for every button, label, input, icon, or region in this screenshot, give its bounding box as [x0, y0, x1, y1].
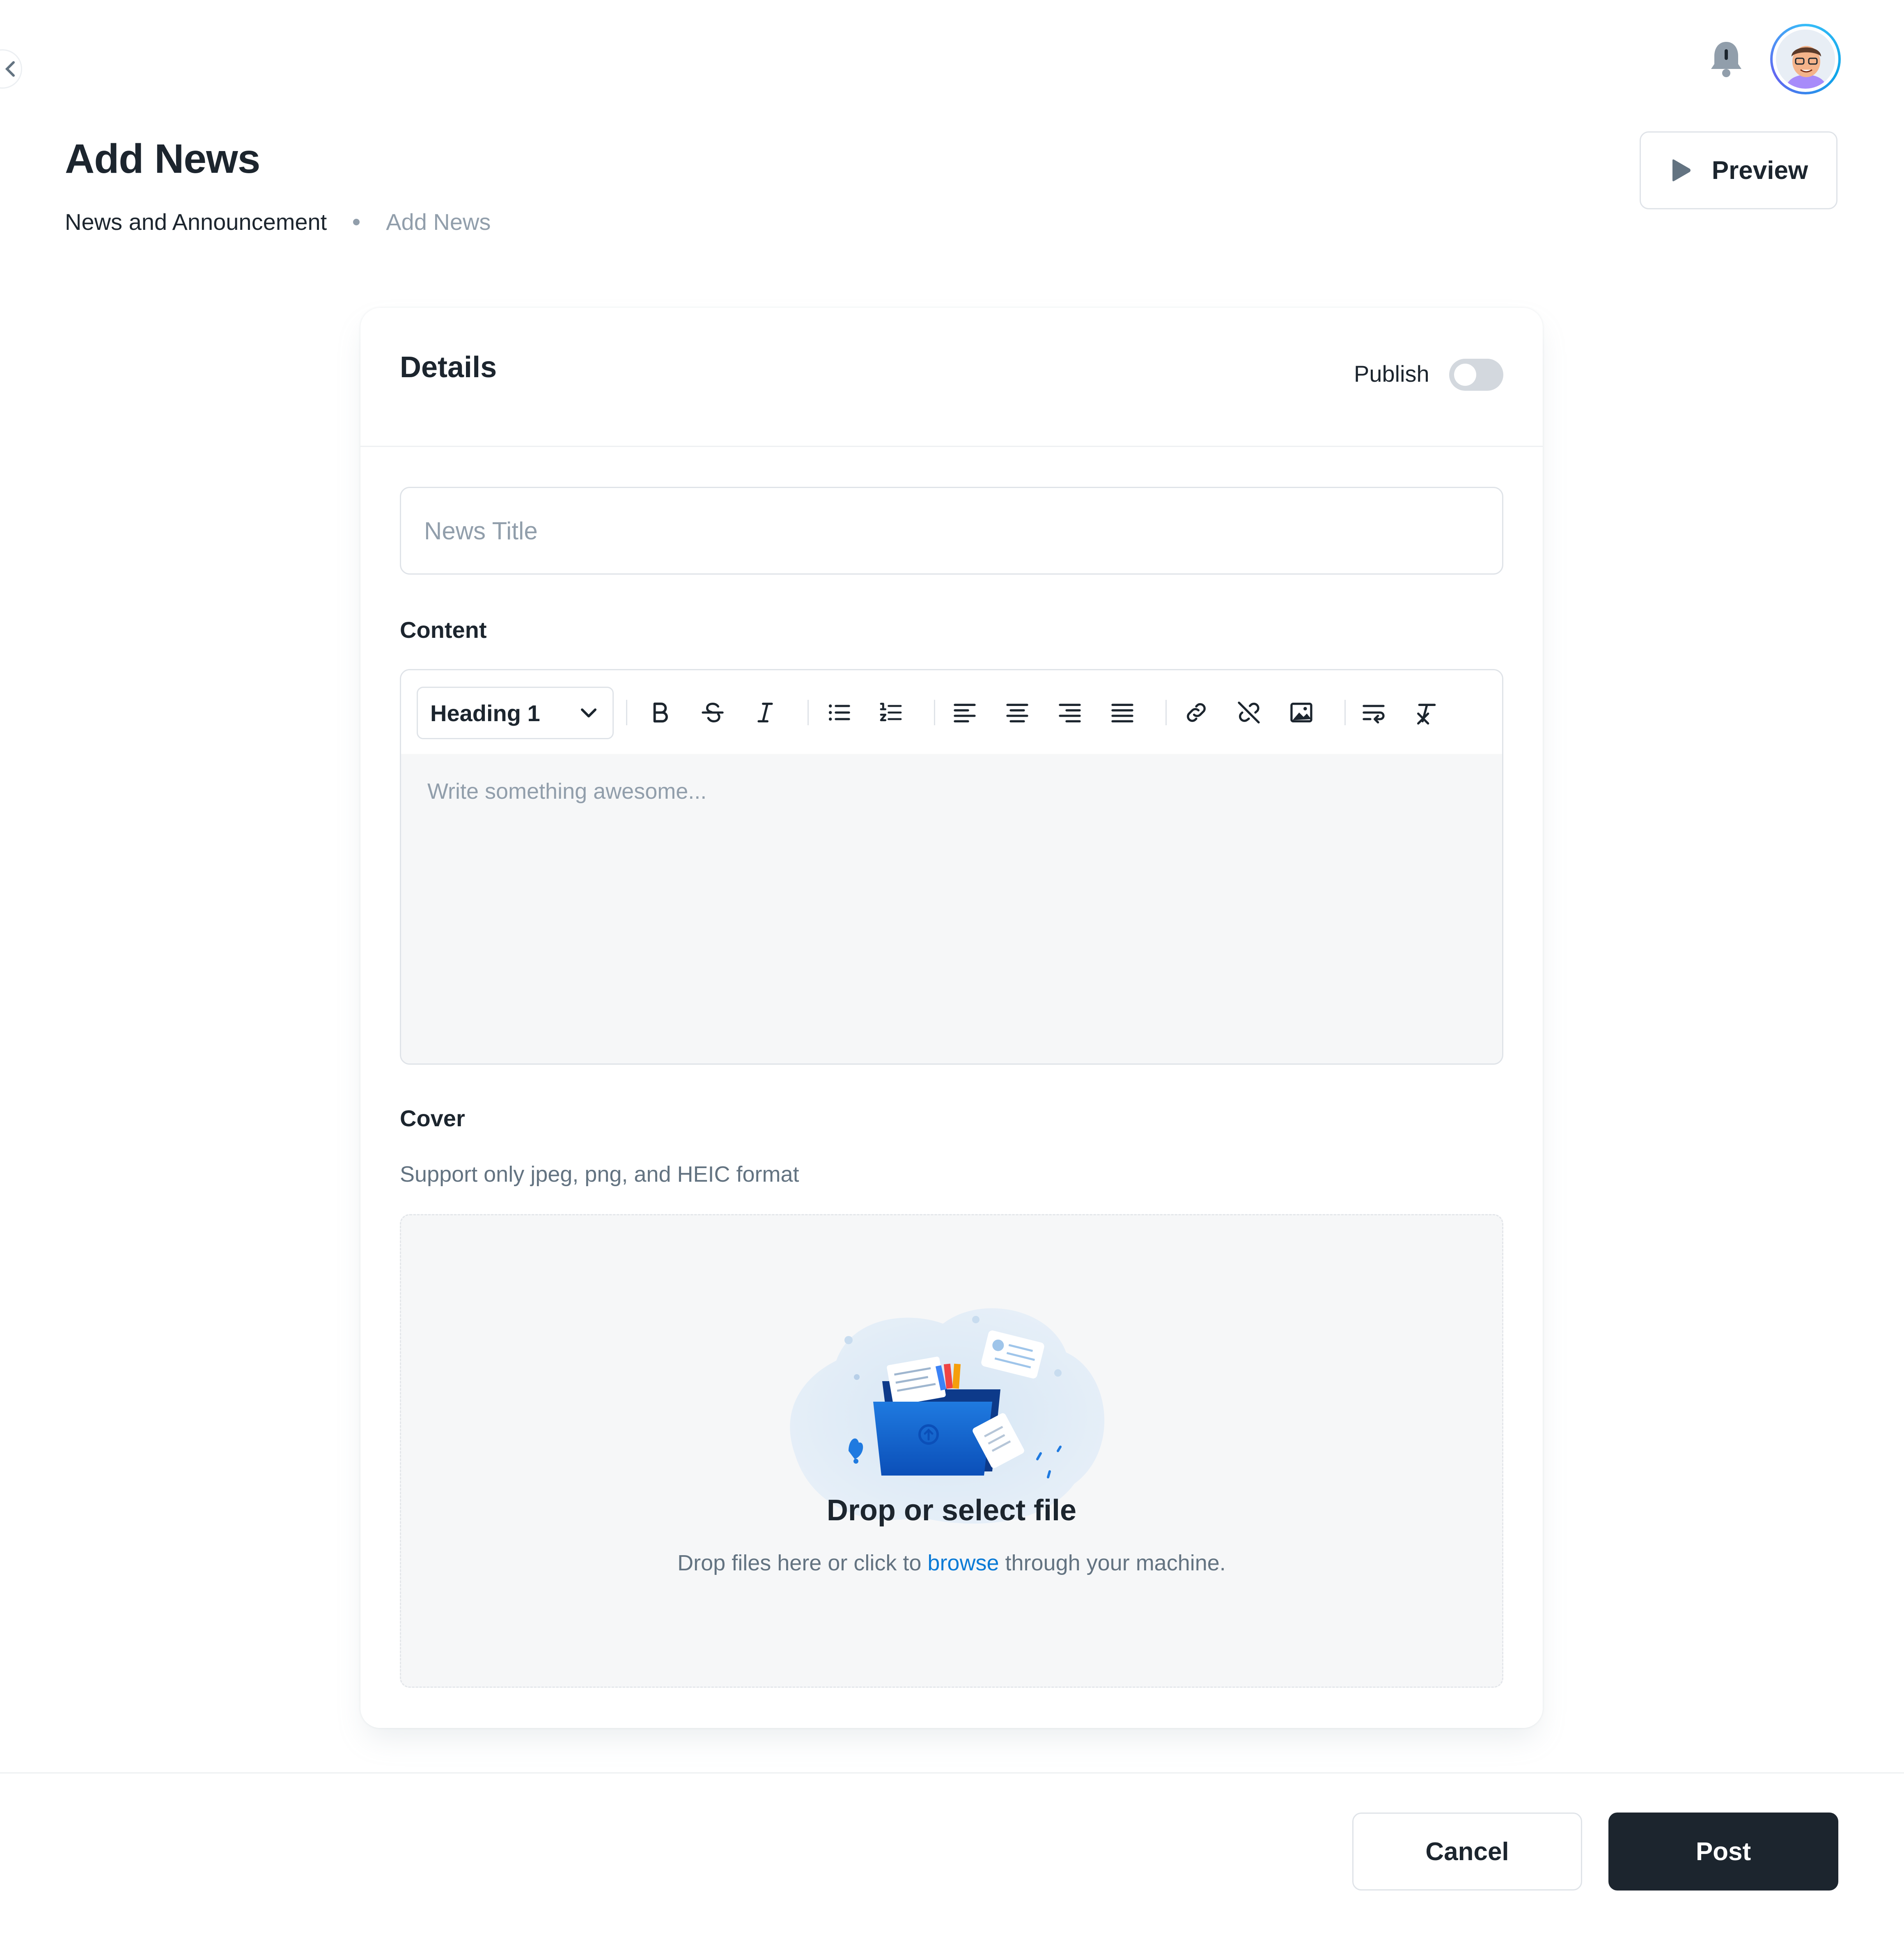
breadcrumb-current: Add News: [386, 209, 491, 235]
publish-toggle[interactable]: [1449, 359, 1503, 391]
toolbar-divider: [807, 700, 809, 725]
news-title-input[interactable]: [400, 487, 1503, 575]
editor-content-area[interactable]: Write something awesome...: [401, 754, 1502, 1063]
dropzone-title: Drop or select file: [826, 1494, 1077, 1527]
preview-button[interactable]: Preview: [1640, 131, 1837, 209]
breadcrumb-separator: [353, 218, 360, 225]
sidebar-collapse-button[interactable]: [0, 49, 22, 89]
preview-button-label: Preview: [1711, 156, 1808, 185]
italic-icon[interactable]: [752, 699, 779, 726]
dropzone-desc-prefix: Drop files here or click to: [677, 1551, 922, 1575]
dropzone-desc-suffix: through your machine.: [1005, 1551, 1226, 1575]
cover-label: Cover: [400, 1105, 465, 1131]
strikethrough-icon[interactable]: [699, 699, 726, 726]
notification-bell-icon[interactable]: [1708, 39, 1745, 79]
play-icon: [1672, 159, 1691, 181]
rich-text-editor: Heading 1 Write something awesome...: [400, 669, 1503, 1065]
editor-placeholder: Write something awesome...: [427, 779, 707, 804]
breadcrumb: News and Announcement Add News: [65, 209, 491, 235]
align-left-icon[interactable]: [951, 699, 978, 726]
chevron-left-icon: [5, 61, 15, 77]
toolbar-divider: [626, 700, 627, 725]
numbered-list-icon[interactable]: [877, 699, 904, 726]
bold-icon[interactable]: [647, 699, 674, 726]
content-label: Content: [400, 617, 487, 643]
heading-select[interactable]: Heading 1: [417, 687, 614, 739]
toolbar-divider: [1344, 700, 1346, 725]
align-right-icon[interactable]: [1056, 699, 1083, 726]
cover-format-hint: Support only jpeg, png, and HEIC format: [400, 1162, 799, 1187]
card-header: Details Publish: [360, 308, 1543, 447]
bullet-list-icon[interactable]: [826, 699, 853, 726]
breadcrumb-link-news[interactable]: News and Announcement: [65, 209, 327, 235]
file-dropzone[interactable]: Drop or select file Drop files here or c…: [400, 1214, 1503, 1688]
toggle-knob: [1454, 364, 1476, 386]
heading-select-value: Heading 1: [430, 700, 540, 726]
page-title: Add News: [65, 136, 260, 182]
clear-format-icon[interactable]: [1413, 699, 1441, 726]
browse-link[interactable]: browse: [927, 1551, 999, 1575]
cancel-button[interactable]: Cancel: [1352, 1813, 1582, 1891]
editor-toolbar: Heading 1: [401, 670, 1502, 755]
toolbar-divider: [1165, 700, 1167, 725]
user-avatar[interactable]: [1770, 24, 1841, 94]
image-icon[interactable]: [1288, 699, 1315, 726]
align-justify-icon[interactable]: [1109, 699, 1136, 726]
dropzone-description: Drop files here or click to browse throu…: [401, 1550, 1502, 1576]
link-icon[interactable]: [1183, 699, 1210, 726]
align-center-icon[interactable]: [1004, 699, 1031, 726]
unlink-icon[interactable]: [1235, 699, 1262, 726]
text-wrap-icon[interactable]: [1360, 699, 1387, 726]
toolbar-divider: [934, 700, 935, 725]
card-title: Details: [400, 351, 497, 384]
publish-label: Publish: [1354, 361, 1429, 387]
post-button[interactable]: Post: [1608, 1813, 1838, 1891]
chevron-down-icon: [581, 708, 596, 717]
details-card: Details Publish Content Heading 1: [360, 308, 1543, 1728]
footer-divider: [0, 1772, 1904, 1774]
